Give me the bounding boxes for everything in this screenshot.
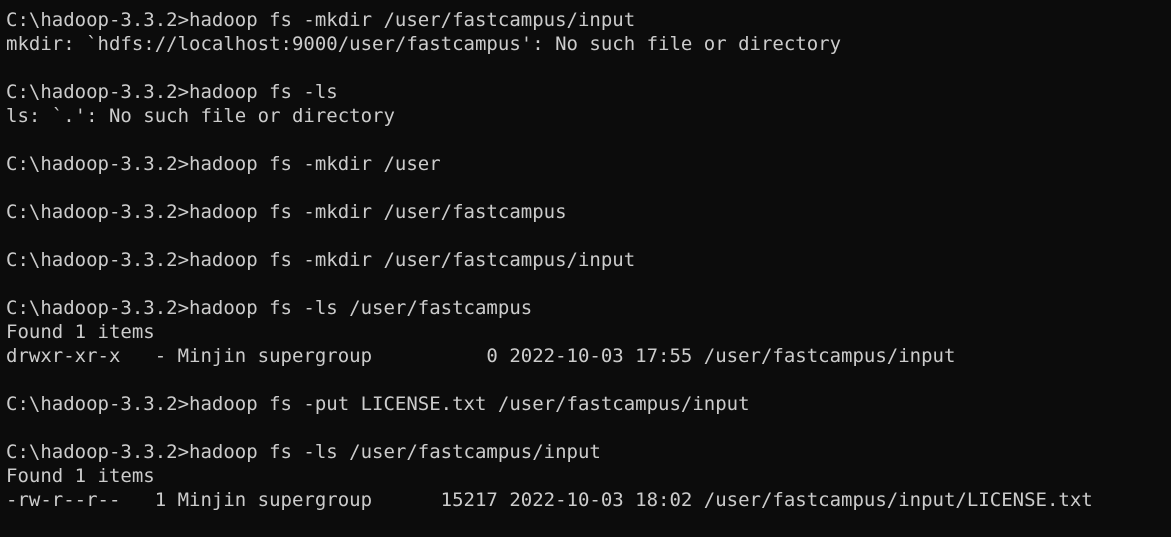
terminal-line: C:\hadoop-3.3.2>hadoop fs -mkdir /user/f… (6, 249, 636, 271)
terminal-line: C:\hadoop-3.3.2>hadoop fs -mkdir /user/f… (6, 201, 567, 223)
terminal-line: Found 1 items (6, 321, 155, 343)
terminal-line: Found 1 items (6, 465, 155, 487)
terminal-line: C:\hadoop-3.3.2>hadoop fs -ls /user/fast… (6, 297, 533, 319)
terminal-line: mkdir: `hdfs://localhost:9000/user/fastc… (6, 33, 842, 55)
terminal-line: drwxr-xr-x - Minjin supergroup 0 2022-10… (6, 345, 956, 367)
terminal-line: C:\hadoop-3.3.2>hadoop fs -ls /user/fast… (6, 441, 601, 463)
terminal-line: C:\hadoop-3.3.2>hadoop fs -put LICENSE.t… (6, 393, 750, 415)
terminal-line: C:\hadoop-3.3.2>hadoop fs -ls (6, 81, 338, 103)
terminal-line: -rw-r--r-- 1 Minjin supergroup 15217 202… (6, 489, 1093, 511)
terminal-window[interactable]: C:\hadoop-3.3.2>hadoop fs -mkdir /user/f… (0, 0, 1171, 537)
terminal-line: C:\hadoop-3.3.2>hadoop fs -mkdir /user/f… (6, 9, 636, 31)
terminal-line: C:\hadoop-3.3.2>hadoop fs -mkdir /user (6, 153, 441, 175)
terminal-line: ls: `.': No such file or directory (6, 105, 395, 127)
